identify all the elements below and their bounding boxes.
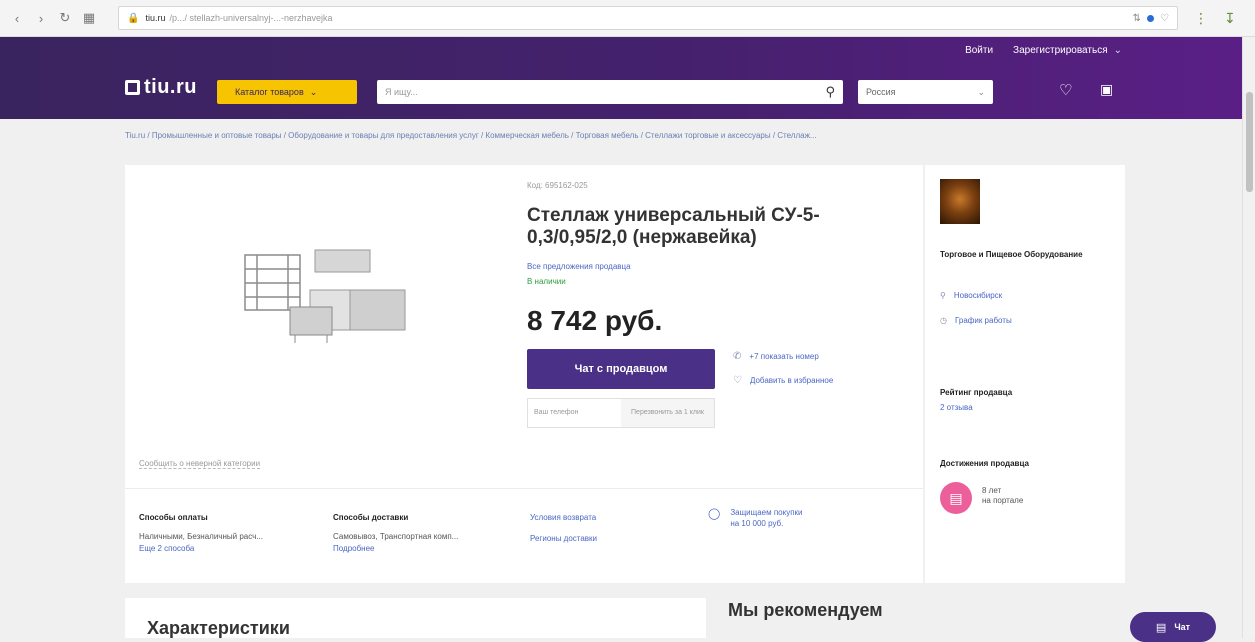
scroll-thumb[interactable] bbox=[1246, 92, 1253, 192]
characteristics-card: Характеристики bbox=[125, 598, 706, 638]
seller-schedule-row[interactable]: ◷ График работы bbox=[940, 316, 1012, 325]
favorites-icon[interactable]: ♡ bbox=[1059, 81, 1072, 99]
download-icon[interactable]: ↧ bbox=[1224, 10, 1236, 27]
reload-icon[interactable]: ↻ bbox=[56, 9, 74, 27]
search-input[interactable]: Я ищу... ⚲ bbox=[377, 80, 843, 104]
payment-title: Способы оплаты bbox=[139, 513, 208, 522]
logo-text: tiu.ru bbox=[144, 76, 197, 98]
heart-icon: ♡ bbox=[733, 375, 742, 386]
achievement-line-2: на портале bbox=[982, 496, 1024, 505]
seller-name[interactable]: Торговое и Пищевое Оборудование bbox=[940, 249, 1110, 261]
show-phone-link[interactable]: +7 показать номер bbox=[749, 352, 818, 361]
chevron-down-icon: ⌄ bbox=[977, 86, 985, 97]
site-logo[interactable]: tiu.ru bbox=[125, 76, 197, 99]
recommend-title: Мы рекомендуем bbox=[728, 600, 883, 620]
delivery-title: Способы доставки bbox=[333, 513, 409, 522]
cart-icon[interactable]: ▣ bbox=[1100, 81, 1113, 98]
bookmark-icon[interactable]: ♡ bbox=[1160, 13, 1169, 24]
payment-more-link[interactable]: Еще 2 способа bbox=[139, 544, 194, 553]
url-path: /p.../ stellazh-universalnyj-...-nerzhav… bbox=[169, 13, 333, 23]
chevron-down-icon: ⌄ bbox=[1113, 45, 1122, 56]
catalog-label: Каталог товаров bbox=[235, 87, 304, 97]
phone-icon: ✆ bbox=[733, 351, 742, 362]
add-favorite-link[interactable]: Добавить в избранное bbox=[750, 376, 833, 385]
show-phone-row[interactable]: ✆ +7 показать номер bbox=[733, 351, 819, 362]
region-value: Россия bbox=[866, 87, 896, 97]
achievement-line-1: 8 лет bbox=[982, 486, 1002, 495]
product-card: Сообщить о неверной категории Код: 69516… bbox=[125, 165, 923, 488]
achievements-title: Достижения продавца bbox=[940, 459, 1029, 468]
report-category-link[interactable]: Сообщить о неверной категории bbox=[139, 459, 261, 469]
page-scrollbar[interactable] bbox=[1242, 37, 1255, 638]
browser-menu-icon[interactable]: ⋮ bbox=[1194, 10, 1208, 27]
search-icon[interactable]: ⚲ bbox=[825, 84, 835, 100]
browser-toolbar: ‹ › ↻ ▦ 🔒 tiu.ru /p.../ stellazh-univers… bbox=[0, 0, 1255, 37]
forward-icon[interactable]: › bbox=[32, 9, 50, 27]
chat-with-seller-button[interactable]: Чат с продавцом bbox=[527, 349, 715, 389]
chat-icon: ▤ bbox=[1155, 621, 1167, 634]
address-bar[interactable]: 🔒 tiu.ru /p.../ stellazh-universalnyj-..… bbox=[118, 6, 1178, 30]
terms-links: Условия возврата Регионы доставки bbox=[530, 513, 597, 543]
chevron-down-icon: ⌄ bbox=[309, 86, 318, 97]
callback-button[interactable]: Перезвонить за 1 клик bbox=[621, 399, 714, 427]
region-select[interactable]: Россия ⌄ bbox=[858, 80, 993, 104]
add-favorite-row[interactable]: ♡ Добавить в избранное bbox=[733, 375, 833, 386]
payment-methods: Способы оплаты Наличными, Безналичный ра… bbox=[139, 513, 263, 553]
reviews-link[interactable]: 2 отзыва bbox=[940, 403, 973, 412]
seller-city[interactable]: Новосибирск bbox=[954, 291, 1002, 300]
clock-icon: ◷ bbox=[940, 316, 947, 325]
product-image[interactable] bbox=[235, 245, 415, 345]
back-icon[interactable]: ‹ bbox=[8, 9, 26, 27]
register-link[interactable]: Зарегистрироваться ⌄ bbox=[1013, 45, 1122, 56]
buyer-protection[interactable]: ◯ Защищаем покупки на 10 000 руб. bbox=[708, 507, 803, 529]
stock-status: В наличии bbox=[527, 277, 566, 286]
floating-chat-label: Чат bbox=[1174, 622, 1191, 632]
site-header: Войти Зарегистрироваться ⌄ tiu.ru Каталог… bbox=[0, 37, 1242, 119]
purchase-info: Способы оплаты Наличными, Безналичный ра… bbox=[125, 488, 923, 583]
protection-line-2: на 10 000 руб. bbox=[730, 519, 784, 528]
payment-value: Наличными, Безналичный расч... bbox=[139, 532, 263, 541]
delivery-value: Самовывоз, Транспортная комп... bbox=[333, 532, 459, 541]
breadcrumb[interactable]: Tiu.ru / Промышленные и оптовые товары /… bbox=[125, 131, 1135, 140]
product-title: Стеллаж универсальный СУ-5-0,3/0,95/2,0 … bbox=[527, 205, 820, 248]
seller-avatar[interactable] bbox=[940, 179, 980, 224]
extension-icon[interactable] bbox=[1147, 14, 1155, 22]
delivery-methods: Способы доставки Самовывоз, Транспортная… bbox=[333, 513, 458, 553]
rating-title: Рейтинг продавца bbox=[940, 388, 1013, 397]
location-icon: ⚲ bbox=[940, 291, 946, 300]
achievement-badge-icon: ▤ bbox=[940, 482, 972, 514]
shield-icon: ◯ bbox=[708, 508, 721, 520]
catalog-button[interactable]: Каталог товаров ⌄ bbox=[217, 80, 357, 104]
delivery-more-link[interactable]: Подробнее bbox=[333, 544, 375, 553]
logo-mark-icon bbox=[125, 80, 140, 95]
achievement-text: 8 лет на портале bbox=[982, 486, 1023, 506]
seller-panel: Торговое и Пищевое Оборудование ⚲ Новоси… bbox=[925, 165, 1125, 583]
protection-line-1: Защищаем покупки bbox=[730, 508, 803, 517]
phone-input[interactable]: Ваш телефон bbox=[528, 399, 621, 427]
seller-city-row[interactable]: ⚲ Новосибирск bbox=[940, 291, 1002, 300]
translate-icon[interactable]: ⇅ bbox=[1133, 13, 1141, 24]
login-link[interactable]: Войти bbox=[965, 45, 993, 56]
return-terms-link[interactable]: Условия возврата bbox=[530, 513, 597, 522]
product-code: Код: 695162-025 bbox=[527, 181, 588, 190]
callback-form: Ваш телефон Перезвонить за 1 клик bbox=[527, 398, 715, 428]
lock-icon: 🔒 bbox=[127, 12, 140, 24]
register-label: Зарегистрироваться bbox=[1013, 45, 1108, 56]
apps-icon[interactable]: ▦ bbox=[80, 9, 98, 27]
product-price: 8 742 руб. bbox=[527, 305, 663, 336]
seller-schedule[interactable]: График работы bbox=[955, 316, 1012, 325]
all-offers-link[interactable]: Все предложения продавца bbox=[527, 262, 631, 271]
url-host: tiu.ru bbox=[145, 13, 166, 23]
characteristics-title: Характеристики bbox=[147, 618, 290, 638]
delivery-regions-link[interactable]: Регионы доставки bbox=[530, 534, 597, 543]
search-placeholder: Я ищу... bbox=[385, 87, 418, 97]
